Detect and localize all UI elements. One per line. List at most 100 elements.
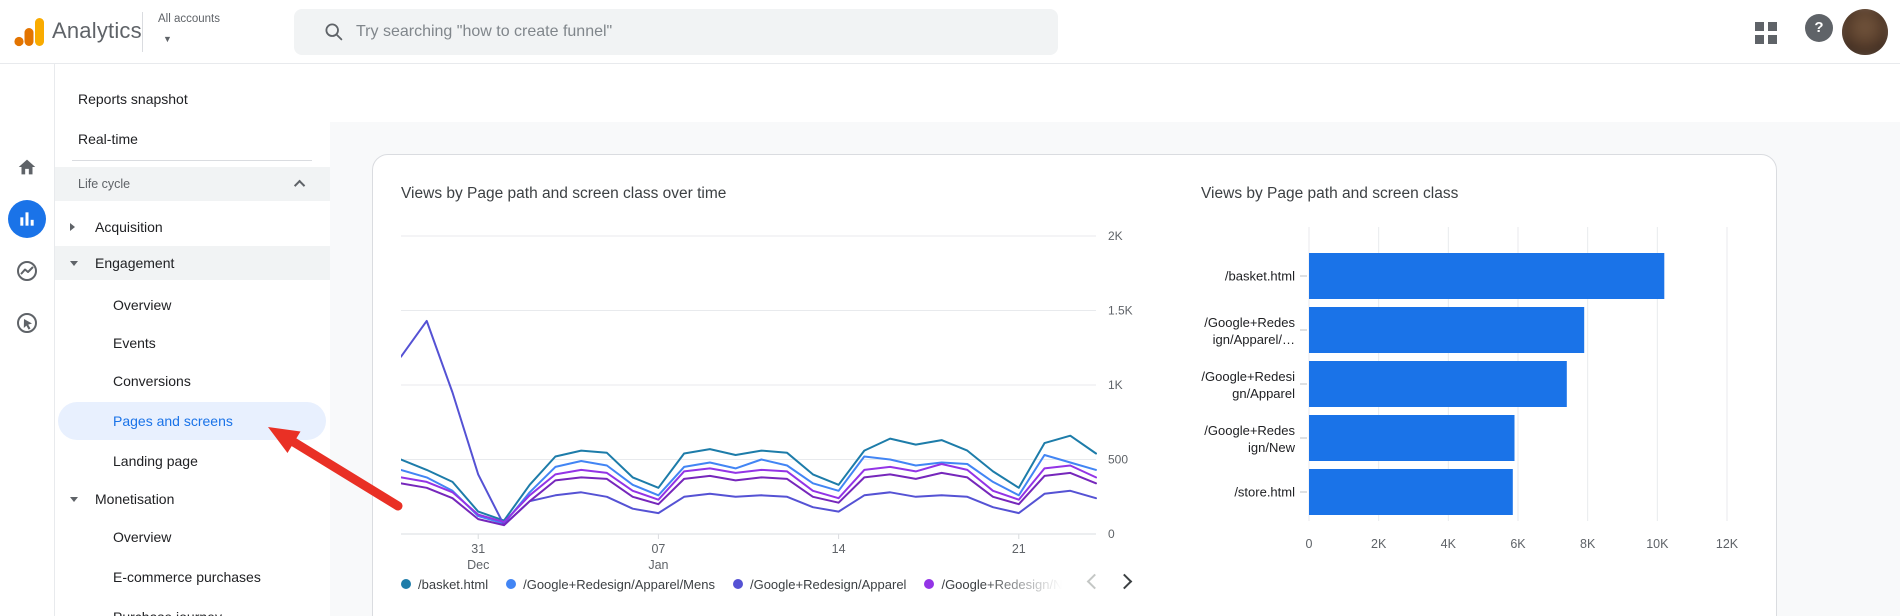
y-tick-label: 0: [1108, 527, 1115, 541]
legend-fade-overlay: [981, 569, 1093, 597]
ga-app: Analytics All accounts ▼ ?: [0, 0, 1900, 616]
line-chart-title: Views by Page path and screen class over…: [401, 185, 727, 202]
sidebar-item-label: Purchase journey: [113, 609, 222, 616]
legend-dot-icon: [732, 579, 743, 589]
sidebar-section-lifecycle[interactable]: Life cycle: [55, 167, 330, 201]
legend-item: /Google+Redesign/Apparel: [732, 576, 907, 592]
legend-item: /basket.html: [401, 577, 488, 592]
x-tick-label: 07: [651, 542, 665, 556]
y-tick-label: 500: [1108, 453, 1128, 467]
sidebar-item-landing-page[interactable]: Landing page: [55, 446, 330, 476]
rail-advertising-button[interactable]: [8, 304, 46, 342]
sidebar-item-engagement[interactable]: Engagement: [55, 246, 330, 280]
report-titlebar: [330, 64, 1900, 122]
sidebar-item-label: Overview: [113, 529, 172, 545]
legend-dot-icon: [924, 579, 935, 589]
explore-icon: [17, 261, 37, 281]
sidebar-item-purchase-journey[interactable]: Purchase journey: [55, 602, 330, 616]
apps-grid-icon[interactable]: [1753, 20, 1779, 46]
bar-category-label: /Google+Redes: [1204, 315, 1295, 330]
avatar-photo: [1842, 9, 1888, 55]
chevron-down-icon[interactable]: [70, 496, 78, 502]
bar-chart-title: Views by Page path and screen class: [1201, 185, 1459, 202]
analytics-logo-icon[interactable]: [14, 17, 46, 47]
bar--store-html[interactable]: [1309, 469, 1513, 515]
chevron-right-icon[interactable]: [70, 223, 75, 231]
x-tick-label: 2K: [1371, 537, 1387, 551]
sidebar-item-label: Overview: [113, 297, 172, 313]
x-tick-label: Jan: [648, 558, 668, 572]
bar--Google-Redesign-Apparel[interactable]: [1309, 361, 1567, 407]
sidebar-item-acquisition[interactable]: Acquisition: [55, 210, 330, 244]
sidebar-item-conversions[interactable]: Conversions: [55, 366, 330, 396]
y-tick-label: 2K: [1108, 229, 1123, 243]
y-tick-label: 1K: [1108, 378, 1123, 392]
x-tick-label: 12K: [1716, 537, 1739, 551]
sidebar-item-label: Conversions: [113, 373, 191, 389]
x-tick-label: 21: [1012, 542, 1026, 556]
avatar[interactable]: [1842, 9, 1888, 55]
bar-category-label: /store.html: [1234, 485, 1295, 500]
sidebar-item-label: Engagement: [95, 255, 175, 271]
x-tick-label: 0: [1306, 537, 1313, 551]
bar-category-label: /basket.html: [1225, 269, 1295, 284]
nav-rail: [0, 64, 55, 616]
legend-dot-icon: [401, 579, 411, 589]
bar-chart-icon: [20, 212, 34, 226]
collapse-icon[interactable]: [293, 179, 306, 192]
search-input[interactable]: [356, 9, 1046, 55]
line-series--Google-Redesign-New[interactable]: [401, 463, 1097, 524]
x-tick-label: Dec: [467, 558, 489, 572]
sidebar-item-reports-snapshot[interactable]: Reports snapshot: [55, 84, 330, 114]
bar--basket-html[interactable]: [1309, 253, 1665, 299]
sidebar-item-label: Life cycle: [78, 177, 131, 191]
sidebar-item-label: E-commerce purchases: [113, 569, 261, 585]
rail-home-button[interactable]: [8, 148, 46, 186]
bar-category-label: /Google+Redes: [1204, 423, 1295, 438]
x-tick-label: 31: [471, 542, 485, 556]
sidebar-item-events[interactable]: Events: [55, 328, 330, 358]
x-tick-label: 6K: [1510, 537, 1526, 551]
rail-explore-button[interactable]: [8, 252, 46, 290]
report-nav: Reports snapshot Real-time Life cycle Acqui…: [55, 64, 330, 616]
legend-item: /Google+Redesign/Apparel/Mens: [506, 577, 715, 592]
x-tick-label: 14: [832, 542, 846, 556]
sidebar-item-e-commerce-purchases[interactable]: E-commerce purchases: [55, 562, 330, 592]
account-switcher[interactable]: All accounts: [158, 13, 220, 25]
legend-label: /Google+Redesign/Apparel/Mens: [523, 576, 715, 592]
search-bar[interactable]: [294, 9, 1058, 55]
x-tick-label: 8K: [1580, 537, 1596, 551]
bar--Google-Redesign-New[interactable]: [1309, 415, 1515, 461]
bar-category-label: ign/Apparel/…: [1213, 332, 1295, 347]
advertising-icon: [17, 313, 37, 333]
bar--Google-Redesign-Apparel-[interactable]: [1309, 307, 1585, 353]
sidebar-item-label: Monetisation: [95, 491, 175, 507]
sidebar-item-overview[interactable]: Overview: [55, 290, 330, 320]
home-icon: [18, 159, 36, 175]
sidebar-divider: [72, 160, 312, 161]
accounts-caret-icon[interactable]: ▼: [163, 34, 172, 44]
line-series--Google-Redesign-Apparel[interactable]: [401, 319, 1097, 527]
search-icon: [325, 23, 343, 41]
x-tick-label: 4K: [1441, 537, 1457, 551]
sidebar-item-label: Real-time: [78, 131, 138, 147]
legend-next-icon[interactable]: [1116, 573, 1133, 590]
x-tick-label: 10K: [1646, 537, 1669, 551]
rail-reports-button[interactable]: [8, 200, 46, 238]
header-divider: [142, 12, 143, 52]
sidebar-item-monetisation[interactable]: Monetisation: [55, 482, 330, 516]
sidebar-item-label: Reports snapshot: [78, 91, 188, 107]
sidebar-item-overview[interactable]: Overview: [55, 522, 330, 552]
y-tick-label: 1.5K: [1108, 304, 1133, 318]
line-chart: 2K 1.5K 1K 500 0 31 Dec 07 Jan 14 21: [401, 229, 1133, 572]
bar-category-label: ign/New: [1248, 440, 1296, 455]
sidebar-item-label: Acquisition: [95, 219, 163, 235]
legend-label: /Google+Redesign/Apparel: [749, 576, 907, 592]
sidebar-item-label: Landing page: [113, 453, 198, 469]
chevron-down-icon[interactable]: [70, 260, 78, 266]
legend-dot-icon: [506, 579, 517, 589]
sidebar-item-real-time[interactable]: Real-time: [55, 124, 330, 154]
sidebar-item-pages-and-screens[interactable]: Pages and screens: [55, 402, 330, 440]
help-icon[interactable]: ?: [1805, 14, 1833, 42]
bar-category-label: gn/Apparel: [1232, 386, 1295, 401]
